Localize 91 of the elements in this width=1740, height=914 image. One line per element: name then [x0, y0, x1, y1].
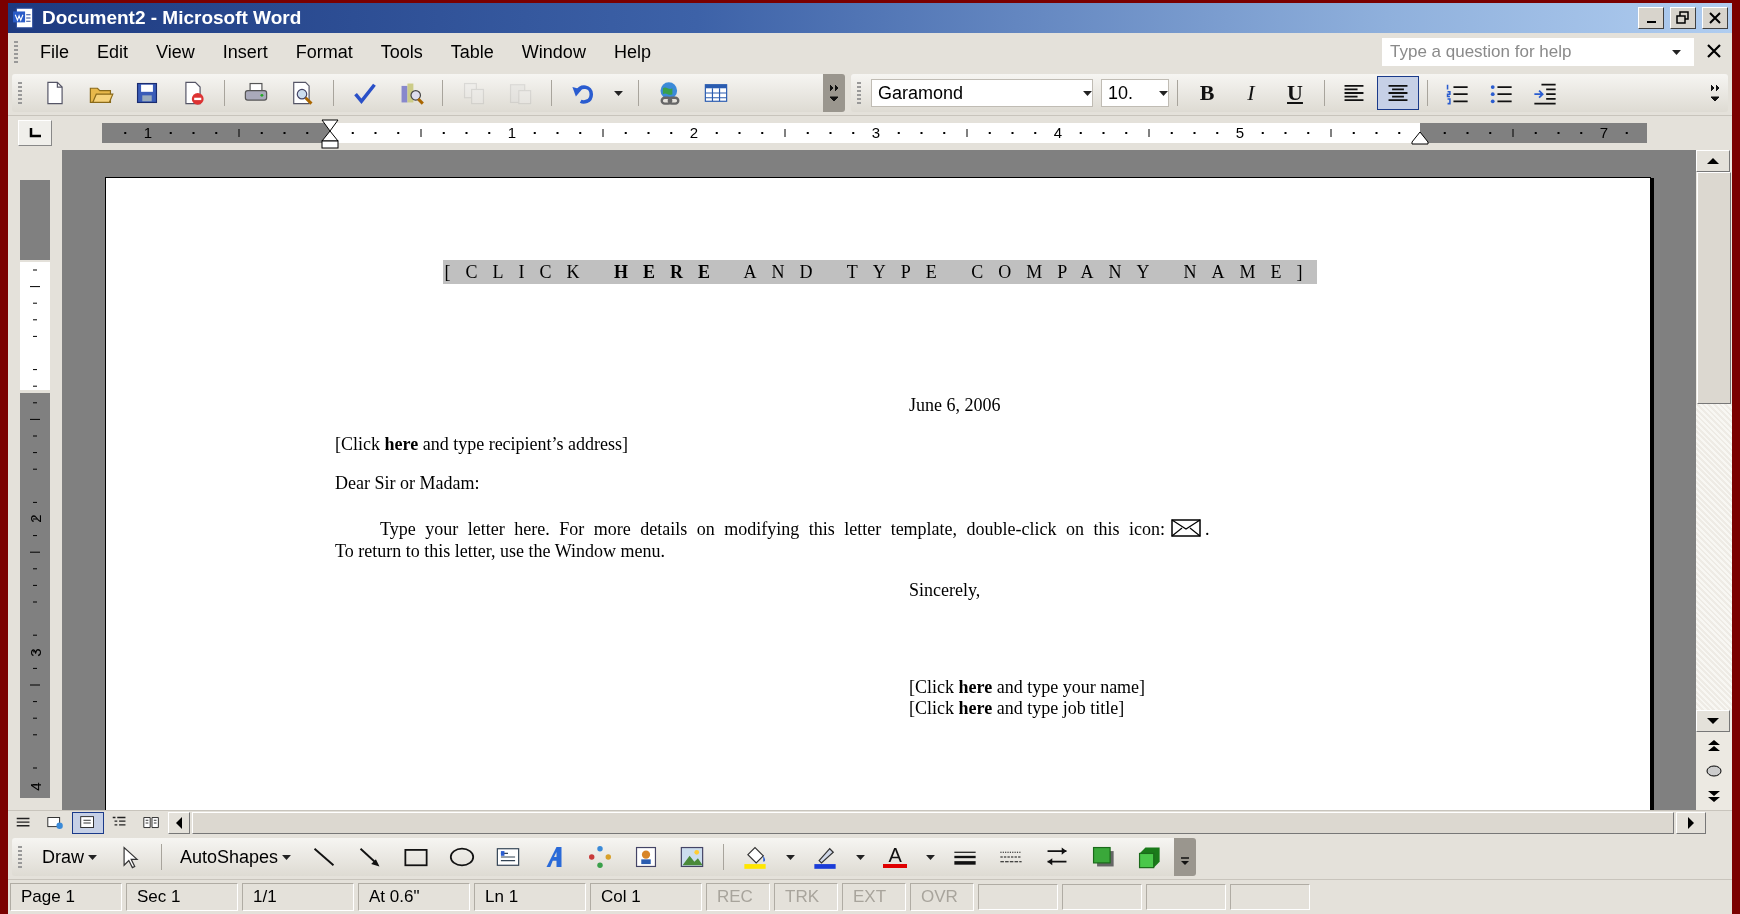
status-field: REC [706, 883, 770, 911]
caret-icon [925, 854, 935, 860]
recipient-placeholder[interactable]: [Click here and type recipient’s address] [335, 434, 1425, 455]
right-arrow-icon [1687, 816, 1695, 830]
bold-button[interactable]: B [1186, 76, 1228, 110]
previous-page-icon[interactable] [1707, 738, 1721, 753]
window-title: Document2 - Microsoft Word [42, 7, 303, 29]
ruler-number: 1 [507, 123, 517, 143]
caret-icon [785, 854, 795, 860]
font-color-button[interactable]: A [874, 840, 917, 874]
minimize-button[interactable] [1638, 7, 1664, 29]
scroll-left-button[interactable] [168, 812, 190, 834]
down-arrow-icon [1706, 717, 1720, 725]
scroll-right-button[interactable] [1676, 812, 1706, 834]
fill-color-icon [742, 844, 769, 870]
underline-button[interactable]: U [1274, 76, 1316, 110]
ruler-number: 7 [1599, 123, 1609, 143]
status-field: EXT [842, 883, 906, 911]
restore-button[interactable] [1670, 7, 1696, 29]
menu-item[interactable]: Edit [83, 37, 143, 67]
scrollbar-thumb[interactable] [1697, 172, 1731, 404]
envelope-icon[interactable] [1171, 519, 1202, 537]
menu-item[interactable]: Window [507, 37, 600, 67]
up-arrow-icon [1706, 157, 1720, 165]
status-field: Ln 1 [474, 883, 586, 911]
copy-icon [461, 80, 487, 106]
app-icon [12, 6, 36, 30]
caret-icon [282, 854, 292, 860]
caret-icon [613, 90, 623, 96]
body-text: To return to this letter, use the Window menu. [335, 541, 665, 561]
ruler-number: 3 [26, 647, 44, 659]
body-text: Type your letter here. For more details on modifying this letter template, double-click on this icon: [380, 519, 1166, 539]
scroll-down-button[interactable] [1696, 710, 1730, 732]
status-field: TRK [774, 883, 838, 911]
left-arrow-icon [175, 816, 183, 830]
letter-date: June 6, 2006 [909, 395, 1001, 415]
font-name-field[interactable]: Garamond [871, 79, 1093, 107]
restore-icon [1676, 11, 1690, 25]
ruler-number: 4 [26, 781, 44, 793]
job-title-placeholder[interactable]: [Click here and type job title] [909, 698, 1425, 719]
left-tab-icon [29, 128, 41, 138]
dropdown-arrow-icon [1672, 49, 1681, 55]
tab-selector[interactable] [18, 120, 52, 146]
right-indent-marker-icon[interactable] [1411, 131, 1429, 145]
closing-text: Sincerely, [909, 580, 982, 601]
browse-object-icon[interactable] [1706, 765, 1722, 777]
caret-icon [88, 854, 97, 860]
ruler-number: 2 [26, 513, 44, 525]
ruler-number: 3 [871, 123, 881, 143]
status-field: Sec 1 [126, 883, 238, 911]
ruler-number: 1 [143, 123, 153, 143]
menu-item[interactable]: Insert [208, 37, 282, 67]
horizontal-scrollbar-thumb[interactable] [192, 812, 1674, 834]
close-icon [1708, 11, 1722, 25]
name-placeholder[interactable]: [Click here and type your name] [909, 677, 1425, 698]
status-field: Col 1 [590, 883, 702, 911]
dropdown-arrow-icon [1083, 90, 1092, 96]
italic-button[interactable]: I [1230, 76, 1272, 110]
salutation: Dear Sir or Madam: [335, 473, 481, 494]
menu-item[interactable]: Tools [366, 37, 437, 67]
diagram-icon [587, 844, 614, 870]
menu-item[interactable]: File [26, 37, 83, 67]
status-field: Page 1 [10, 883, 122, 911]
status-field: 1/1 [242, 883, 354, 911]
ruler-number: 2 [689, 123, 699, 143]
close-icon [1706, 42, 1722, 59]
menu-item[interactable]: Table [436, 37, 508, 67]
toolbar-menu[interactable]: AutoShapes [172, 842, 300, 872]
menu-item[interactable]: Format [281, 37, 367, 67]
body-text: . [1205, 519, 1210, 539]
indent-marker-icon[interactable] [321, 119, 339, 149]
font-size-field[interactable]: 10. [1101, 79, 1169, 107]
menu-item[interactable]: View [142, 37, 209, 67]
toolbar-menu[interactable]: Draw [34, 842, 105, 872]
align-center-button[interactable] [1377, 76, 1419, 110]
next-page-icon[interactable] [1707, 789, 1721, 804]
help-search-field[interactable]: Type a question for help [1382, 38, 1672, 66]
company-name-placeholder[interactable]: [CLICK HERE AND TYPE COMPANY NAME] [442, 260, 1318, 284]
ruler-number: 5 [1235, 123, 1245, 143]
save-icon [134, 80, 160, 106]
status-field: OVR [910, 883, 974, 911]
dropdown-arrow-icon [1159, 90, 1168, 96]
picture-icon [679, 844, 706, 870]
scroll-up-button[interactable] [1696, 150, 1730, 172]
print-layout-button[interactable] [72, 812, 104, 834]
close-button[interactable] [1702, 7, 1728, 29]
menu-item[interactable]: Help [599, 37, 665, 67]
caret-icon [855, 854, 865, 860]
minimize-icon [1646, 21, 1656, 23]
status-field: At 0.6" [358, 883, 470, 911]
ruler-number: 4 [1053, 123, 1063, 143]
